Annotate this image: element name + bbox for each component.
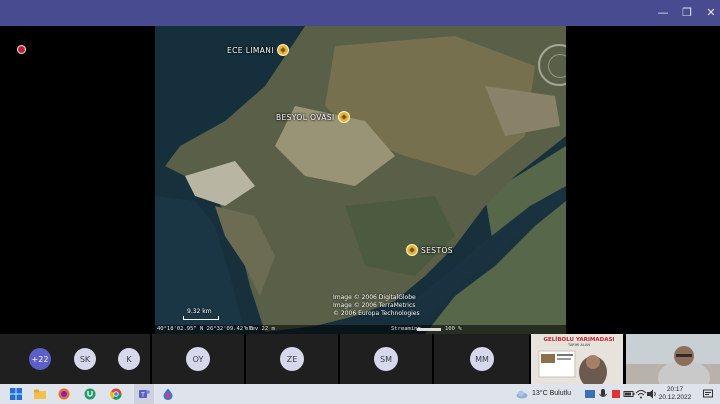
title-bar: — ❐ ✕ <box>0 0 720 26</box>
app-u-icon[interactable] <box>84 388 96 400</box>
pointer-coordinates: 40°18'02.95" N 26°32'09.42" E <box>157 326 254 332</box>
weather-cloud-icon[interactable] <box>516 388 528 400</box>
participant-tile[interactable]: OY <box>152 334 244 384</box>
scale-bar <box>183 316 219 320</box>
close-button[interactable]: ✕ <box>698 0 720 26</box>
firefox-icon[interactable] <box>58 388 70 400</box>
participant-avatar[interactable]: K <box>118 348 140 370</box>
shared-screen-map[interactable]: ECE LIMANI BESYOL OVASI SESTOS 9.32 km I… <box>155 26 566 334</box>
recording-indicator-icon <box>17 45 26 54</box>
copyright-line: © 2006 Europa Technologies <box>333 310 420 317</box>
system-clock[interactable]: 20:17 20.12.2022 <box>657 386 693 402</box>
presenter-video-frame <box>538 350 607 384</box>
participants-strip: +22 SK K OY ZE SM MM GELİBOLU YARIMADASI… <box>0 334 720 384</box>
file-explorer-icon[interactable] <box>34 388 46 400</box>
teams-icon[interactable]: T <box>138 388 150 400</box>
tray-app-icon[interactable] <box>584 388 596 400</box>
participant-avatar: SM <box>374 347 398 371</box>
placemark-pin-icon[interactable] <box>276 44 289 56</box>
battery-icon[interactable] <box>623 388 635 400</box>
place-besyol-ovasi[interactable]: BESYOL OVASI <box>276 111 350 123</box>
streaming-percent: 100 % <box>445 326 462 332</box>
chrome-icon[interactable] <box>110 388 122 400</box>
streaming-progress <box>417 328 441 331</box>
participant-avatar[interactable]: SK <box>74 348 96 370</box>
weather-text[interactable]: 13°C Bulutlu <box>532 384 571 404</box>
teams-meeting-window: — ❐ ✕ ECE LIMANI BESYOL OVASI SESTOS 9.3… <box>0 0 720 404</box>
participant-avatar: ZE <box>280 347 304 371</box>
minimize-button[interactable]: — <box>650 0 676 26</box>
participant-tile[interactable]: SM <box>340 334 432 384</box>
place-label: SESTOS <box>421 245 453 255</box>
copyright-line: Image © 2006 TerraMetrics <box>333 302 416 309</box>
placemark-pin-icon[interactable] <box>406 244 418 256</box>
windows-taskbar: T 13°C Bulutlu 20:17 20.12.2022 <box>0 384 720 404</box>
imagery-copyright: Image © 2006 DigitalGlobe Image © 2006 T… <box>333 294 420 318</box>
notifications-icon[interactable] <box>702 388 714 400</box>
app-drop-icon[interactable] <box>162 388 174 400</box>
microphone-icon[interactable] <box>597 388 609 400</box>
elevation-readout: elev 22 m <box>245 326 275 332</box>
clock-date: 20.12.2022 <box>658 394 692 401</box>
participant-video-tile[interactable] <box>626 334 720 384</box>
windows-start-icon[interactable] <box>10 388 22 400</box>
participant-avatar: OY <box>186 347 210 371</box>
placemark-pin-icon[interactable] <box>337 111 350 123</box>
satellite-terrain <box>155 26 566 334</box>
place-sestos[interactable]: SESTOS <box>406 244 453 256</box>
participant-tile[interactable]: ZE <box>246 334 338 384</box>
participant-tile-group: +22 SK K <box>0 334 150 384</box>
place-label: ECE LIMANI <box>227 45 274 55</box>
map-status-bar: 40°18'02.95" N 26°32'09.42" E elev 22 m … <box>155 325 566 334</box>
copyright-line: Image © 2006 DigitalGlobe <box>333 294 416 301</box>
place-label: BESYOL OVASI <box>276 112 335 122</box>
maximize-button[interactable]: ❐ <box>674 0 700 26</box>
tray-app-icon[interactable] <box>610 388 622 400</box>
presenter-video-tile[interactable]: GELİBOLU YARIMADASI TARİHİ ALAN <box>531 334 623 384</box>
participant-avatar: MM <box>470 347 494 371</box>
scale-label: 9.32 km <box>187 308 212 315</box>
participant-video-frame <box>626 334 720 384</box>
more-participants-button[interactable]: +22 <box>29 348 51 370</box>
place-ece-limani[interactable]: ECE LIMANI <box>227 44 289 56</box>
map-scale: 9.32 km <box>183 308 219 320</box>
clock-time: 20:17 <box>666 386 684 393</box>
svg-text:T: T <box>140 391 145 398</box>
participant-tile[interactable]: MM <box>434 334 529 384</box>
